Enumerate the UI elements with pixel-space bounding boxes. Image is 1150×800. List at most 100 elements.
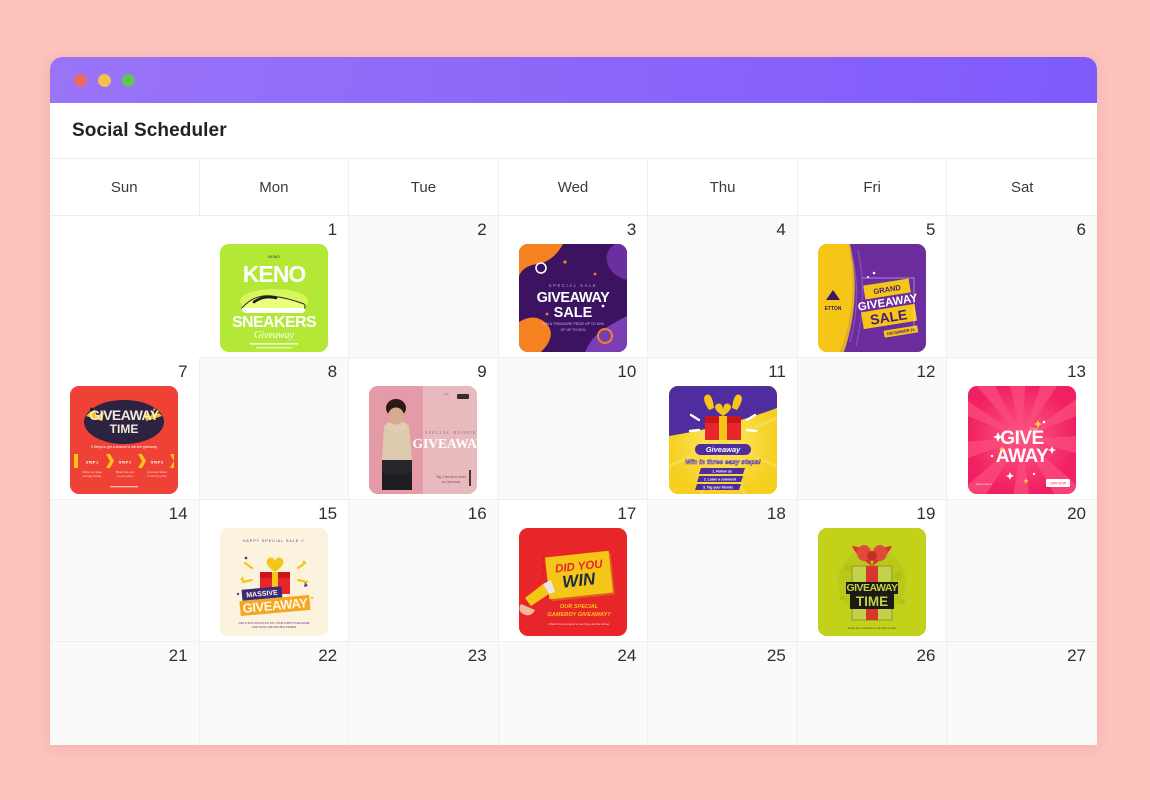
post-image-giveaway-time-steps: GIVEAWAY TIME 3 Steps to get a chance to… — [70, 386, 179, 494]
date-number: 9 — [477, 362, 487, 381]
calendar-day-cell[interactable]: 16 — [349, 500, 499, 642]
weekday-header-mon: Mon — [199, 159, 350, 216]
svg-text:KENO: KENO — [243, 261, 306, 287]
svg-text:GIVEAWAY: GIVEAWAY — [413, 436, 478, 451]
date-number: 13 — [1067, 362, 1086, 381]
calendar-day-cell[interactable]: 20 — [947, 500, 1097, 642]
calendar-day-cell[interactable]: 14 — [50, 500, 200, 642]
date-number: 11 — [768, 362, 786, 381]
svg-text:Giveaway: Giveaway — [705, 445, 740, 454]
calendar-day-cell[interactable]: 18 — [648, 500, 798, 642]
svg-text:3. Tag your friends: 3. Tag your friends — [703, 485, 733, 489]
svg-text:Enter for a chance to win this: Enter for a chance to win this month — [848, 626, 896, 630]
date-number: 6 — [1076, 220, 1086, 239]
scheduled-post-thumbnail[interactable]: GIVE AWAY Enjoy @winwithus JOIN NOW — [968, 386, 1077, 494]
date-number: 3 — [626, 220, 637, 239]
page-background: Social Scheduler Sun Mon Tue Wed Thu Fri Sat 1… — [0, 0, 1150, 800]
svg-text:OUR SPECIAL: OUR SPECIAL — [560, 604, 599, 610]
svg-text:WIN: WIN — [561, 569, 597, 591]
calendar-day-cell[interactable]: 25 — [648, 642, 798, 745]
calendar-day-cell[interactable]: 15 HAPPY SPECIAL SALE !! MASSIVE GIVEAWA… — [199, 500, 350, 642]
page-title: Social Scheduler — [72, 119, 227, 141]
svg-text:STEP 2: STEP 2 — [119, 461, 131, 465]
date-number: 16 — [467, 504, 487, 523]
date-number: 5 — [925, 220, 936, 239]
window-title-bar — [50, 57, 1097, 103]
date-number: 22 — [318, 646, 338, 665]
calendar-day-cell[interactable]: 1 KENO KENO SNEAKERS Giveaway — [199, 216, 350, 358]
svg-text:TIME: TIME — [110, 422, 139, 436]
svg-text:JOIN NOW: JOIN NOW — [1050, 481, 1066, 485]
browser-window: Social Scheduler Sun Mon Tue Wed Thu Fri Sat 1… — [50, 57, 1097, 745]
close-icon[interactable] — [74, 73, 87, 87]
calendar-day-cell[interactable]: 5 ETTON GRAND GIVEAWAY SALE DECEMBER 25 — [797, 216, 948, 358]
scheduled-post-thumbnail[interactable]: ETTON GRAND GIVEAWAY SALE DECEMBER 25 — [818, 244, 927, 352]
calendar-day-cell[interactable]: 21 — [50, 642, 200, 745]
svg-text:Enjoy: Enjoy — [1030, 427, 1039, 431]
calendar-day-cell[interactable]: 6 — [947, 216, 1097, 358]
minimize-icon[interactable] — [98, 73, 111, 87]
scheduled-post-thumbnail[interactable]: HAPPY SPECIAL SALE !! MASSIVE GIVEAWAY G… — [219, 528, 328, 636]
scheduled-post-thumbnail[interactable]: DID YOU WIN OUR SPECIAL GAMEBOY GIVEAWAY… — [518, 528, 627, 636]
weekday-header-wed: Wed — [498, 159, 649, 216]
calendar-day-cell[interactable]: 27 — [947, 642, 1097, 745]
calendar-day-cell[interactable]: 2 — [349, 216, 499, 358]
scheduled-post-thumbnail[interactable]: KENO KENO SNEAKERS Giveaway — [219, 244, 328, 352]
calendar-day-cell[interactable]: 11 Giveaway Win in three easy steps! 1. … — [648, 358, 798, 500]
weekday-header-fri: Fri — [797, 159, 948, 216]
calendar-grid: 1 KENO KENO SNEAKERS Giveaway 23 SPECIAL… — [50, 216, 1097, 745]
date-number: 1 — [327, 220, 338, 239]
calendar-weekday-header: Sun Mon Tue Wed Thu Fri Sat — [50, 159, 1097, 216]
svg-text:to win the prize: to win the prize — [148, 474, 167, 478]
svg-text:HAPPY SPECIAL SALE !!: HAPPY SPECIAL SALE !! — [243, 539, 305, 543]
svg-text:GIVEAWAY: GIVEAWAY — [847, 582, 899, 594]
date-number: 12 — [916, 362, 936, 381]
weekday-header-thu: Thu — [648, 159, 798, 216]
svg-text:3 Steps to get a chance to win: 3 Steps to get a chance to win the givea… — [91, 445, 157, 449]
post-image-massive-giveaway-gift: HAPPY SPECIAL SALE !! MASSIVE GIVEAWAY G… — [219, 528, 328, 636]
svg-text:Check the comments to see if y: Check the comments to see if you are the… — [549, 622, 610, 626]
svg-text:ETTON: ETTON — [825, 306, 842, 312]
calendar-day-cell[interactable]: 9 SPECIAL HOODIE GIVEAWAY win Tag 3 frie… — [349, 358, 499, 500]
calendar-day-cell[interactable]: 13 GIVE AWAY Enjoy @winwithus JOIN NOW — [947, 358, 1097, 500]
calendar-day-cell[interactable]: 24 — [498, 642, 649, 745]
calendar-cell-empty — [50, 216, 200, 358]
calendar-day-cell[interactable]: 22 — [199, 642, 350, 745]
date-number: 7 — [178, 362, 188, 381]
calendar-day-cell[interactable]: 19 GIVEAWAY TIME Enter for a chance to w… — [797, 500, 948, 642]
scheduled-post-thumbnail[interactable]: SPECIAL HOODIE GIVEAWAY win Tag 3 friend… — [369, 386, 478, 494]
post-image-keno-sneakers-giveaway: KENO KENO SNEAKERS Giveaway — [219, 244, 328, 352]
calendar-day-cell[interactable]: 3 SPECIAL SALE GIVEAWAY SALE WIN A TREAS… — [498, 216, 649, 358]
scheduled-post-thumbnail[interactable]: Giveaway Win in three easy steps! 1. Fol… — [668, 386, 777, 494]
scheduled-post-thumbnail[interactable]: GIVEAWAY TIME 3 Steps to get a chance to… — [70, 386, 179, 494]
date-number: 18 — [766, 504, 786, 523]
svg-text:TIME: TIME — [856, 594, 888, 609]
calendar-day-cell[interactable]: 10 — [498, 358, 649, 500]
svg-text:Tag 3 friends to enter: Tag 3 friends to enter — [436, 475, 467, 479]
svg-text:and tag friends: and tag friends — [83, 474, 102, 478]
date-number: 4 — [776, 220, 786, 239]
svg-text:Giveaway: Giveaway — [254, 330, 295, 341]
post-image-giveaway-three-steps: Giveaway Win in three easy steps! 1. Fol… — [668, 386, 777, 494]
date-number: 25 — [766, 646, 786, 665]
app-header: Social Scheduler — [50, 103, 1097, 158]
maximize-icon[interactable] — [122, 73, 135, 87]
date-number: 15 — [318, 504, 338, 523]
svg-text:WIN A TREASURE PRIZE UP TO 50%: WIN A TREASURE PRIZE UP TO 50% — [542, 322, 605, 326]
calendar-day-cell[interactable]: 26 — [797, 642, 948, 745]
scheduled-post-thumbnail[interactable]: SPECIAL SALE GIVEAWAY SALE WIN A TREASUR… — [518, 244, 627, 352]
calendar-day-cell[interactable]: 17 DID YOU WIN OUR SPECIAL GAMEBOY GIVEA… — [498, 500, 649, 642]
calendar-day-cell[interactable]: 23 — [349, 642, 499, 745]
scheduled-post-thumbnail[interactable]: GIVEAWAY TIME Enter for a chance to win … — [818, 528, 927, 636]
date-number: 8 — [327, 362, 338, 381]
calendar-day-cell[interactable]: 8 — [199, 358, 350, 500]
weekday-header-sat: Sat — [947, 159, 1097, 216]
svg-text:JOIN NOW AND WIN BIG PRIZES: JOIN NOW AND WIN BIG PRIZES — [252, 625, 297, 629]
calendar-day-cell[interactable]: 4 — [648, 216, 798, 358]
post-image-did-you-win-megaphone: DID YOU WIN OUR SPECIAL GAMEBOY GIVEAWAY… — [518, 528, 627, 636]
date-number: 27 — [1067, 646, 1086, 665]
svg-text:SNEAKERS: SNEAKERS — [232, 314, 317, 331]
calendar-day-cell[interactable]: 7 GIVEAWAY TIME 3 Steps to get a chance … — [50, 358, 200, 500]
calendar-day-cell[interactable]: 12 — [797, 358, 948, 500]
svg-text:KENO: KENO — [268, 254, 279, 259]
